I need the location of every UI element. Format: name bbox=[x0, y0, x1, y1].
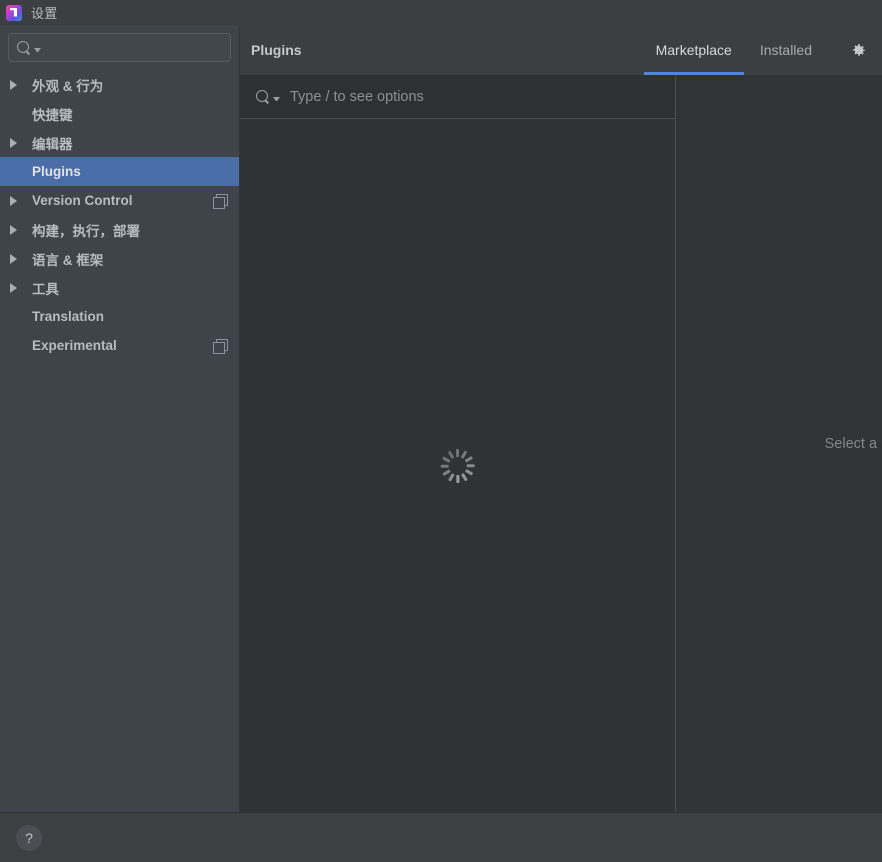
sidebar-item-plugins[interactable]: Plugins bbox=[0, 157, 239, 186]
search-icon bbox=[256, 89, 271, 104]
sidebar-item-languages-frameworks[interactable]: 语言 & 框架 bbox=[0, 244, 239, 273]
sidebar-item-label: 语言 & 框架 bbox=[32, 252, 104, 268]
plugins-panel: Plugins Marketplace Installed Type / to … bbox=[240, 25, 882, 812]
plugin-list-body bbox=[240, 119, 675, 812]
chevron-down-icon[interactable] bbox=[273, 96, 280, 101]
copy-icon[interactable] bbox=[213, 193, 228, 209]
sidebar-item-label: Plugins bbox=[32, 164, 81, 179]
sidebar-item-editor[interactable]: 编辑器 bbox=[0, 128, 239, 157]
title-bar: 设置 bbox=[0, 0, 882, 25]
chevron-right-icon[interactable] bbox=[10, 283, 24, 293]
chevron-right-icon[interactable] bbox=[10, 80, 24, 90]
sidebar-item-label: Version Control bbox=[32, 193, 133, 208]
plugin-details-pane: Select a plugin to see the details bbox=[676, 75, 882, 812]
sidebar-search-input[interactable] bbox=[41, 40, 223, 55]
chevron-right-icon[interactable] bbox=[10, 225, 24, 235]
settings-tree: 外观 & 行为 快捷键 编辑器 Plugins Version Control bbox=[0, 68, 239, 812]
copy-icon[interactable] bbox=[213, 338, 228, 354]
sidebar-search-container bbox=[0, 25, 239, 68]
search-icon bbox=[17, 40, 32, 55]
window-title: 设置 bbox=[31, 6, 58, 21]
sidebar-item-translation[interactable]: Translation bbox=[0, 302, 239, 331]
sidebar-item-label: 构建，执行，部署 bbox=[32, 223, 140, 239]
tab-label: Marketplace bbox=[655, 42, 732, 58]
sidebar-item-label: Experimental bbox=[32, 338, 117, 353]
window-body: 外观 & 行为 快捷键 编辑器 Plugins Version Control bbox=[0, 25, 882, 812]
page-title: Plugins bbox=[251, 42, 302, 58]
sidebar-search-box[interactable] bbox=[8, 33, 231, 62]
sidebar-item-tools[interactable]: 工具 bbox=[0, 273, 239, 302]
sidebar-item-label: 外观 & 行为 bbox=[32, 78, 104, 94]
tab-installed[interactable]: Installed bbox=[746, 25, 826, 75]
tab-marketplace[interactable]: Marketplace bbox=[642, 25, 746, 75]
plugins-header: Plugins Marketplace Installed bbox=[240, 25, 882, 75]
sidebar-item-label: 编辑器 bbox=[32, 136, 73, 152]
sidebar-item-version-control[interactable]: Version Control bbox=[0, 186, 239, 215]
sidebar-item-keymap[interactable]: 快捷键 bbox=[0, 99, 239, 128]
sidebar-item-label: Translation bbox=[32, 309, 105, 324]
loading-spinner-icon bbox=[440, 448, 475, 483]
sidebar-item-build-execution-deployment[interactable]: 构建，执行，部署 bbox=[0, 215, 239, 244]
tab-label: Installed bbox=[759, 42, 812, 58]
dialog-footer: ? bbox=[0, 812, 882, 862]
sidebar-item-experimental[interactable]: Experimental bbox=[0, 331, 239, 360]
chevron-right-icon[interactable] bbox=[10, 196, 24, 206]
settings-sidebar: 外观 & 行为 快捷键 编辑器 Plugins Version Control bbox=[0, 25, 240, 812]
sidebar-item-appearance[interactable]: 外观 & 行为 bbox=[0, 70, 239, 99]
plugins-split: Type / to see options Select a plugin to… bbox=[240, 75, 882, 812]
plugin-details-placeholder: Select a plugin to see the details bbox=[824, 435, 882, 452]
plugin-search-placeholder: Type / to see options bbox=[290, 88, 424, 105]
chevron-right-icon[interactable] bbox=[10, 138, 24, 148]
chevron-right-icon[interactable] bbox=[10, 254, 24, 264]
sidebar-item-label: 工具 bbox=[32, 281, 59, 297]
settings-window: 设置 外观 & 行为 快捷键 编辑器 Plugins Version Contr… bbox=[0, 0, 882, 862]
pycharm-icon bbox=[6, 4, 22, 21]
sidebar-item-label: 快捷键 bbox=[32, 107, 73, 123]
plugin-list-pane: Type / to see options bbox=[240, 75, 676, 812]
plugins-tabs: Marketplace Installed bbox=[642, 25, 868, 75]
chevron-down-icon[interactable] bbox=[34, 47, 41, 52]
help-button[interactable]: ? bbox=[16, 824, 42, 851]
plugin-search-box[interactable]: Type / to see options bbox=[240, 75, 675, 119]
gear-icon[interactable] bbox=[848, 40, 868, 60]
